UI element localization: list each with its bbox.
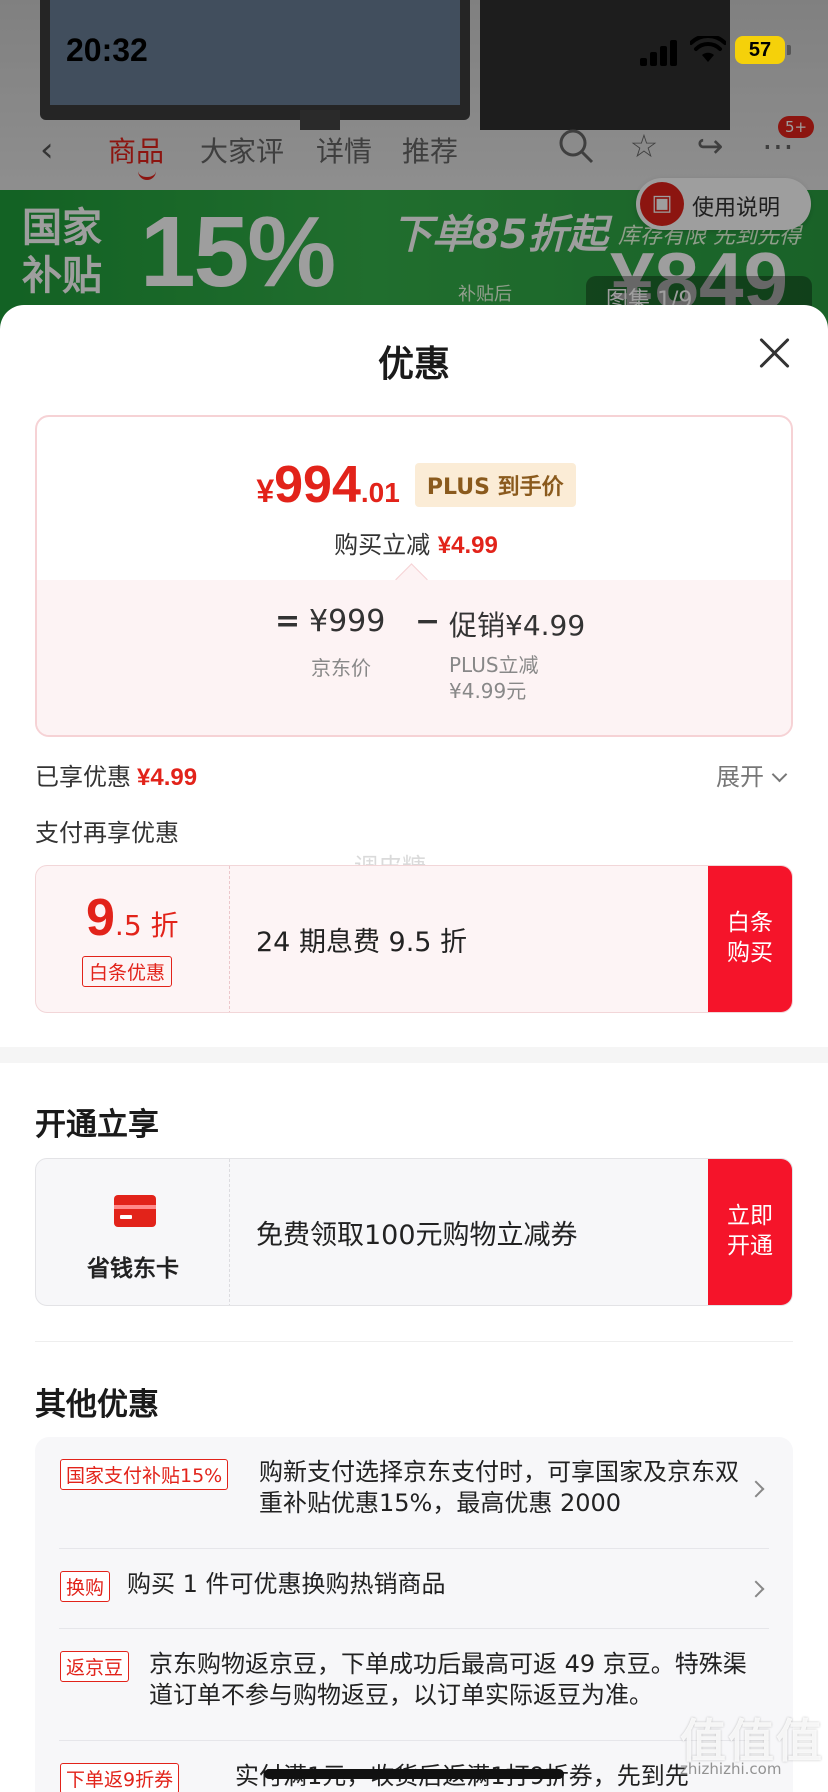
chevron-down-icon: [771, 766, 788, 783]
chevron-right-icon: [747, 1580, 765, 1598]
signal-icon: [640, 38, 680, 66]
baitiao-tag: 白条优惠: [82, 956, 173, 987]
open-section-title: 开通立享: [35, 1107, 159, 1143]
plus-reduce-label: PLUS立减 ¥4.99元: [449, 653, 539, 703]
close-icon[interactable]: [756, 335, 792, 371]
expand-button[interactable]: 展开: [716, 757, 788, 792]
offer-text: 购新支付选择京东支付时，可享国家及京东双重补贴优惠15%，最高优惠 2000: [259, 1458, 739, 1517]
offer-tag: 换购: [60, 1571, 111, 1602]
final-price: ¥994.01: [256, 456, 400, 514]
jd-price: ¥999: [309, 604, 386, 639]
offer-tag: 返京豆: [60, 1651, 130, 1682]
sheet-title: 优惠: [377, 344, 450, 385]
home-indicator[interactable]: [264, 1769, 564, 1779]
other-section-title: 其他优惠: [35, 1387, 159, 1423]
card-icon: [114, 1195, 156, 1227]
dongka-offer-card[interactable]: 省钱东卡 免费领取100元购物立减券 立即 开通: [35, 1158, 793, 1306]
discount-sheet: 优惠 ¥994.01 PLUS 到手价 购买立减 ¥4.99 = ¥999 − …: [0, 305, 828, 1792]
dongka-desc: 免费领取100元购物立减券: [256, 1220, 578, 1251]
dongka-name: 省钱东卡: [87, 1256, 179, 1282]
promo-discount: 促销¥4.99: [449, 609, 586, 642]
offer-tag: 国家支付补贴15%: [60, 1459, 229, 1490]
dongka-open-button[interactable]: 立即 开通: [708, 1159, 792, 1305]
price-card: ¥994.01 PLUS 到手价 购买立减 ¥4.99 = ¥999 − 促销¥…: [35, 415, 793, 737]
offer-tag: 下单返9折券: [60, 1763, 180, 1792]
chevron-right-icon: [747, 1480, 765, 1498]
enjoyed-discount: 已享优惠 ¥4.99: [35, 763, 198, 791]
baitiao-desc: 24 期息费 9.5 折: [256, 927, 468, 958]
status-bar: 20:32 57: [0, 0, 828, 100]
offer-text: 京东购物返京豆，下单成功后最高可返 49 京豆。特殊渠道订单不参与购物返豆，以订…: [149, 1650, 747, 1709]
status-time: 20:32: [66, 32, 148, 68]
jd-price-label: 京东价: [311, 656, 371, 680]
site-watermark-url: zhizhizhi.com: [680, 1760, 782, 1778]
list-item[interactable]: 国家支付补贴15% 购新支付选择京东支付时，可享国家及京东双重补贴优惠15%，最…: [35, 1437, 793, 1549]
price-breakdown: = ¥999 − 促销¥4.99 京东价 PLUS立减 ¥4.99元: [37, 580, 791, 735]
battery-icon: 57: [735, 36, 791, 64]
baitiao-offer-card[interactable]: 9.5 折 白条优惠 24 期息费 9.5 折 白条 购买: [35, 865, 793, 1013]
payment-discount-title: 支付再享优惠: [35, 819, 179, 847]
baitiao-discount: 9.5 折: [86, 889, 179, 947]
instant-reduce: 购买立减 ¥4.99: [334, 531, 498, 559]
wifi-icon: [689, 33, 727, 64]
baitiao-buy-button[interactable]: 白条 购买: [708, 866, 792, 1012]
offer-text: 购买 1 件可优惠换购热销商品: [127, 1570, 446, 1598]
plus-price-tag: PLUS 到手价: [414, 463, 576, 507]
list-item[interactable]: 换购 购买 1 件可优惠换购热销商品: [35, 1549, 793, 1629]
